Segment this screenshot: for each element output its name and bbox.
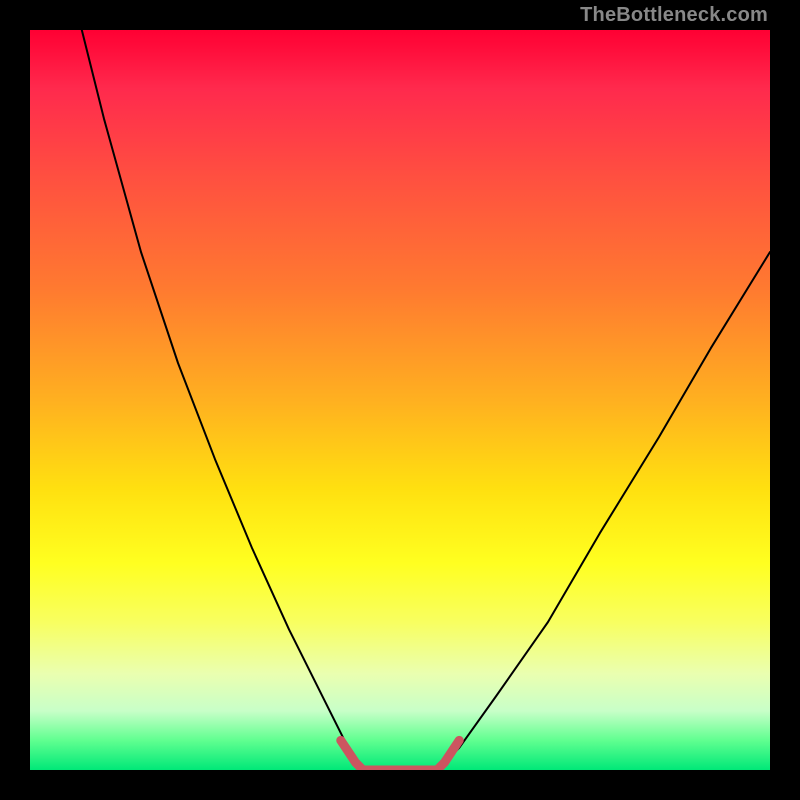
plot-area [30, 30, 770, 770]
series-right-bump [437, 740, 459, 770]
curve-layer [30, 30, 770, 770]
series-left-curve [82, 30, 363, 770]
watermark: TheBottleneck.com [580, 4, 768, 27]
series-right-curve [437, 252, 770, 770]
chart-frame: TheBottleneck.com [0, 0, 800, 800]
series-left-bump [341, 740, 363, 770]
